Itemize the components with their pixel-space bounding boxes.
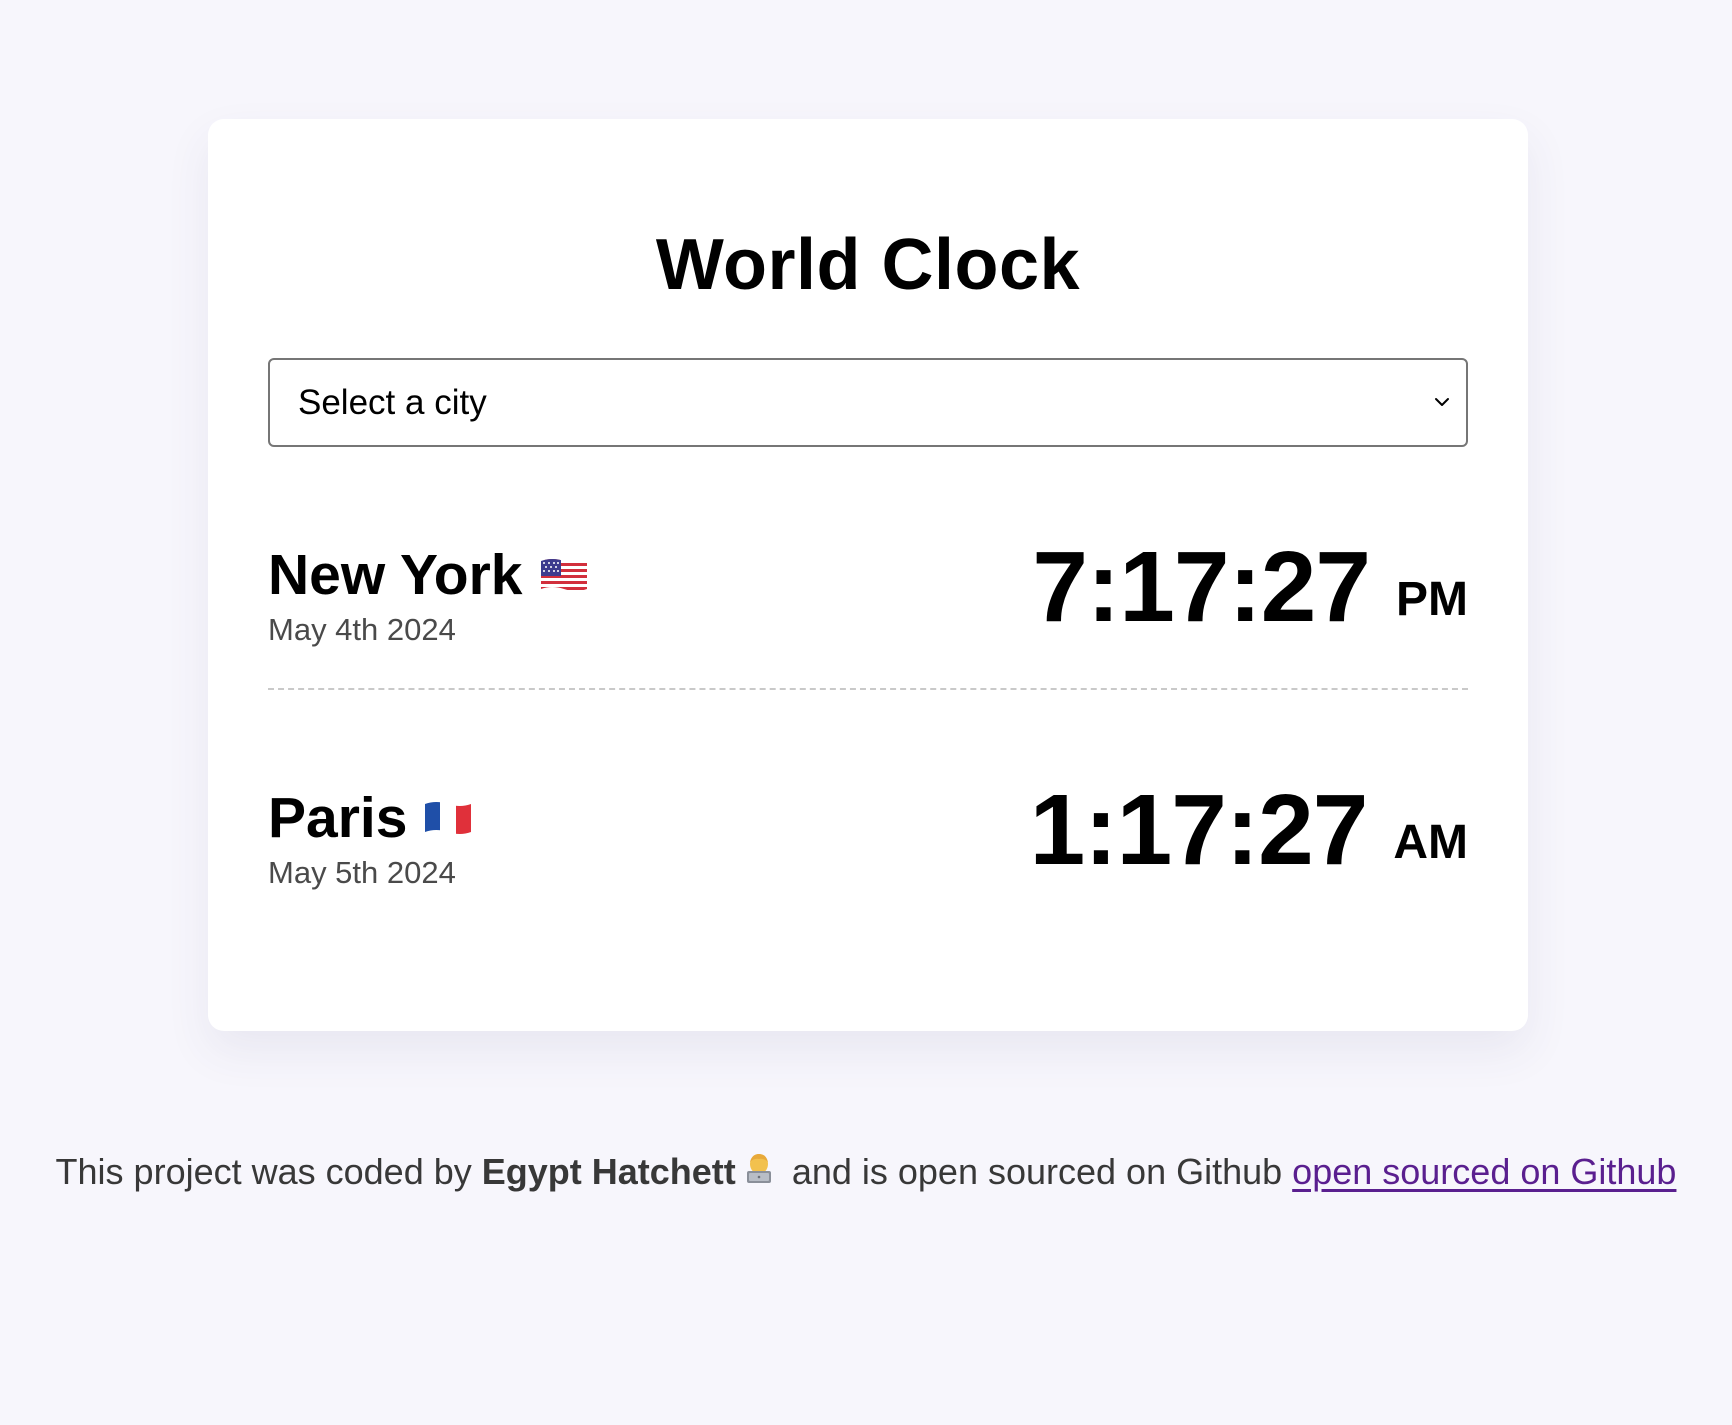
time-value: 7:17:27 xyxy=(1032,531,1371,643)
city-row-paris: Paris May 5th 2024 1:17:27 AM xyxy=(268,750,1468,920)
page-title: World Clock xyxy=(655,225,1081,305)
footer-text-before: This project was coded by xyxy=(55,1151,472,1192)
city-name-wrapper: New York xyxy=(268,547,589,607)
technologist-icon xyxy=(742,1151,776,1191)
footer-text-middle: and is open sourced on Github xyxy=(791,1151,1283,1192)
city-name: New York xyxy=(268,543,523,607)
chevron-down-icon xyxy=(1435,398,1449,406)
github-link[interactable]: open sourced on Github xyxy=(1292,1151,1676,1192)
city-row-new-york: New York May 4th 2024 7:17:27 PM xyxy=(268,507,1468,677)
footer: This project was coded by Egypt Hatchett… xyxy=(0,1154,1732,1194)
city-time: 1:17:27 AM xyxy=(1030,780,1468,880)
footer-author: Egypt Hatchett xyxy=(481,1151,736,1192)
world-clock-card: World Clock Select a city New York May 4… xyxy=(208,119,1528,1031)
city-name: Paris xyxy=(268,786,408,850)
city-date: May 4th 2024 xyxy=(268,612,456,647)
time-ampm: AM xyxy=(1393,816,1468,869)
city-select-value: Select a city xyxy=(298,383,487,422)
city-name-wrapper: Paris xyxy=(268,790,473,850)
us-flag-icon xyxy=(539,546,589,603)
city-date: May 5th 2024 xyxy=(268,855,456,890)
city-select[interactable]: Select a city xyxy=(268,358,1468,447)
time-value: 1:17:27 xyxy=(1029,774,1369,886)
time-ampm: PM xyxy=(1396,573,1468,626)
france-flag-icon xyxy=(423,789,473,846)
row-divider xyxy=(268,688,1468,690)
city-time: 7:17:27 PM xyxy=(1032,537,1468,637)
